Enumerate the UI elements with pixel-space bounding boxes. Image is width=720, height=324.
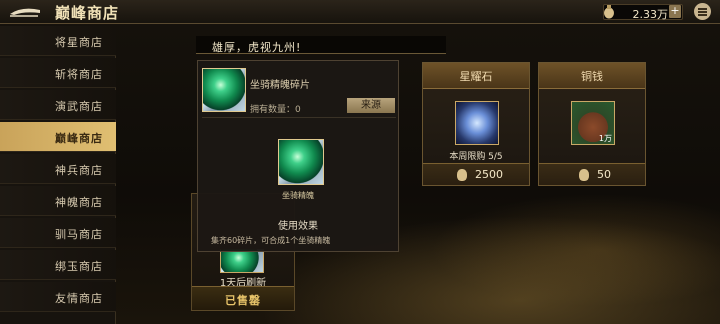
price-value: 50: [597, 168, 611, 181]
mount-soul-fragment-icon: [220, 249, 264, 273]
sidebar-item-label: 巅峰商店: [55, 132, 103, 145]
card-title: 铜钱: [581, 70, 603, 83]
price-bar: 2500: [423, 163, 529, 185]
sidebar-item-shenpo[interactable]: 神魄商店: [0, 186, 116, 216]
mount-soul-fragment-icon: [202, 68, 246, 112]
sidebar-item-label: 将星商店: [55, 36, 103, 49]
sidebar-item-label: 斩将商店: [55, 68, 103, 81]
coin-icon: [457, 169, 467, 181]
sidebar-item-label: 友情商店: [55, 292, 103, 305]
menu-icon[interactable]: [694, 3, 711, 20]
copper-coins-icon: 1万: [571, 101, 615, 145]
top-bar: 巅峰商店 2.33万 +: [0, 0, 720, 24]
card-header: 星耀石: [423, 63, 529, 89]
coin-icon: [579, 169, 589, 181]
sold-out-label: 已售罄: [225, 294, 261, 307]
sidebar-item-bangyu[interactable]: 绑玉商店: [0, 250, 116, 280]
sidebar-item-label: 演武商店: [55, 100, 103, 113]
back-arrow-icon[interactable]: [8, 4, 42, 20]
card-header: 铜钱: [539, 63, 645, 89]
sidebar-item-yanwu[interactable]: 演武商店: [0, 90, 116, 120]
shop-card-copper-coins[interactable]: 铜钱 1万 50: [538, 62, 646, 186]
price-value: 2500: [475, 168, 503, 181]
owned-count: 拥有数量：0: [250, 105, 301, 115]
price-bar: 50: [539, 163, 645, 185]
sidebar-item-youqing[interactable]: 友情商店: [0, 282, 116, 312]
sidebar-item-label: 神兵商店: [55, 164, 103, 177]
sidebar-item-zhanjiang[interactable]: 斩将商店: [0, 58, 116, 88]
sidebar-item-label: 驯马商店: [55, 228, 103, 241]
add-currency-button[interactable]: +: [669, 5, 681, 18]
currency-value: 2.33万: [632, 8, 669, 21]
card-title: 星耀石: [459, 70, 493, 83]
item-name: 坐骑精魄碎片: [250, 80, 310, 91]
sold-out-bar: 已售罄: [192, 286, 294, 310]
mount-soul-icon: [278, 139, 324, 185]
item-detail-popup: 坐骑精魄碎片 拥有数量：0 来源 坐骑精魄 使用效果 集齐60碎片，可合成1个坐…: [197, 60, 399, 252]
message-text: 雄厚，虎视九州!: [212, 41, 302, 54]
divider: [202, 117, 396, 118]
coin-pouch-icon: [604, 5, 614, 19]
sidebar-item-xunma[interactable]: 驯马商店: [0, 218, 116, 248]
effect-description: 集齐60碎片，可合成1个坐骑精魄: [211, 236, 331, 245]
sidebar-item-label: 神魄商店: [55, 196, 103, 209]
sidebar-item-dianfeng[interactable]: 巅峰商店: [0, 122, 116, 152]
effect-title: 使用效果: [278, 221, 318, 232]
purchase-limit: 本周限购 5/5: [449, 152, 503, 162]
mount-soul-label: 坐骑精魄: [282, 191, 314, 200]
sidebar-item-jiangxing[interactable]: 将星商店: [0, 26, 116, 56]
sidebar-item-shenbing[interactable]: 神兵商店: [0, 154, 116, 184]
shop-sidebar: 将星商店 斩将商店 演武商店 巅峰商店 神兵商店 神魄商店 驯马商店 绑玉商店 …: [0, 26, 116, 324]
star-stone-icon: [455, 101, 499, 145]
sidebar-item-label: 绑玉商店: [55, 260, 103, 273]
message-bar: 雄厚，虎视九州!: [196, 36, 446, 54]
source-button[interactable]: 来源: [347, 98, 395, 113]
item-quantity: 1万: [598, 134, 612, 143]
shop-card-star-stone[interactable]: 星耀石 本周限购 5/5 2500: [422, 62, 530, 186]
page-title: 巅峰商店: [55, 4, 120, 22]
